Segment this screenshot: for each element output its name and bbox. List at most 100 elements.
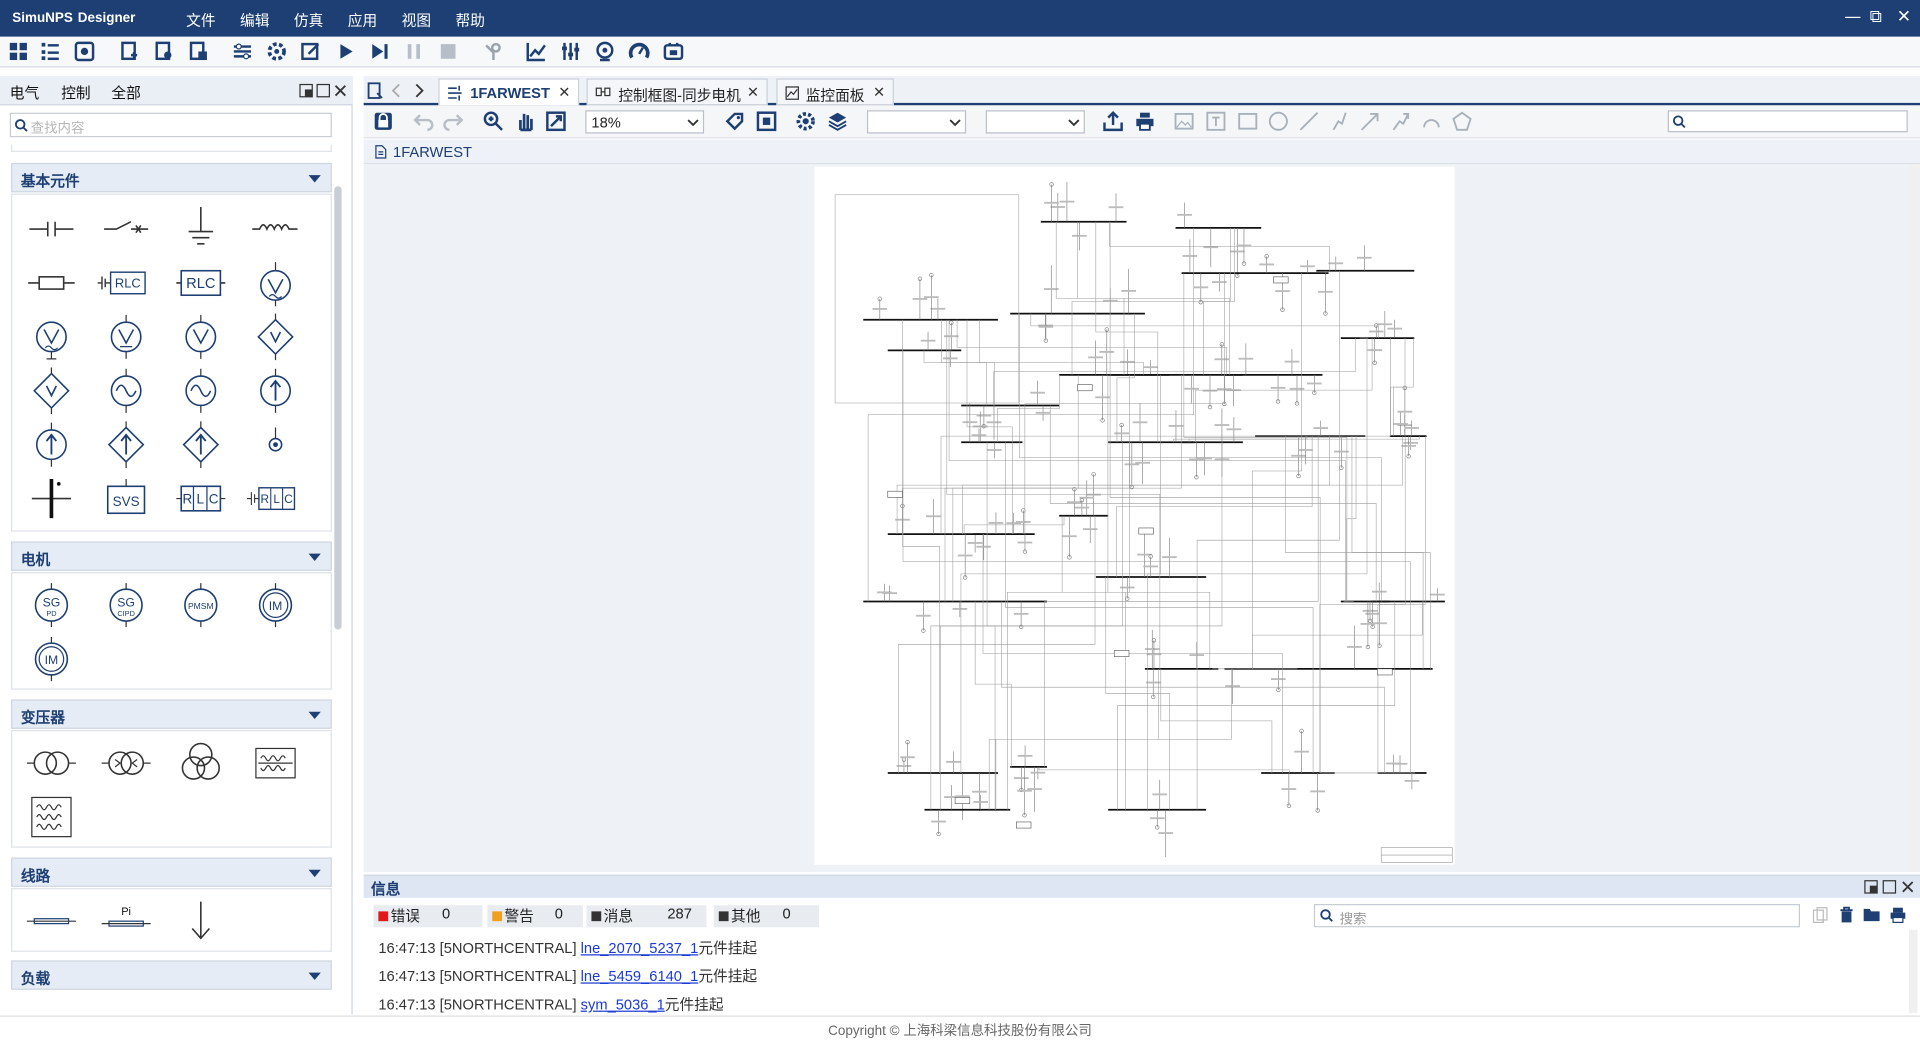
three-phase-transformer-icon[interactable] (249, 739, 303, 788)
trash-icon[interactable] (1838, 906, 1855, 923)
tab-all[interactable]: 全部 (111, 82, 140, 103)
phase-shift-transformer-icon[interactable] (99, 739, 153, 788)
print-log-icon[interactable] (1889, 906, 1906, 924)
controlled-current-source-icon[interactable] (174, 420, 228, 469)
layers-icon[interactable] (827, 110, 849, 132)
log-search-input[interactable]: 搜索 (1313, 904, 1801, 928)
line-style-select[interactable] (866, 110, 967, 134)
open-file-icon[interactable] (153, 40, 175, 62)
controlled-voltage-source-icon[interactable] (174, 312, 228, 361)
play-icon[interactable] (334, 40, 356, 62)
polyline-tool-icon[interactable] (1329, 110, 1351, 132)
section-basic-components[interactable]: 基本元件 (11, 162, 332, 193)
rlc-branch-ground-icon[interactable]: RLC (96, 258, 150, 307)
dependent-current-source-icon[interactable] (99, 420, 153, 469)
copy-icon[interactable] (1812, 906, 1829, 924)
section-loads[interactable]: 负载 (11, 960, 332, 990)
gauge-icon[interactable] (628, 40, 650, 62)
tab-monitor-panel[interactable]: 监控面板 ✕ (776, 78, 894, 106)
pi-line-icon[interactable]: Pi (99, 897, 153, 946)
inductor-icon[interactable] (249, 205, 303, 254)
text-tool-icon[interactable] (1205, 110, 1227, 132)
menu-simulation[interactable]: 仿真 (294, 10, 323, 31)
rectangle-tool-icon[interactable] (1237, 110, 1259, 132)
node-point-icon[interactable] (249, 420, 303, 469)
lock-icon[interactable] (372, 110, 394, 132)
filter-messages[interactable]: 消息 287 (586, 905, 707, 928)
pmsm-icon[interactable]: PMSM (174, 581, 228, 630)
synchronous-generator-pd-icon[interactable]: SGPD (24, 581, 78, 630)
arc-tool-icon[interactable] (1420, 110, 1442, 132)
breadcrumb-item[interactable]: 1FARWEST (393, 143, 472, 160)
schematic-canvas[interactable] (363, 164, 1909, 873)
log-scrollbar[interactable] (1908, 929, 1918, 1014)
three-winding-transformer-icon[interactable] (174, 739, 228, 788)
synchronous-generator-cipd-icon[interactable]: SGCIPD (99, 581, 153, 630)
tag-icon[interactable] (724, 110, 746, 132)
canvas-scrollbar[interactable] (1908, 164, 1920, 873)
ac-voltage-source-icon[interactable] (249, 258, 303, 307)
list-icon[interactable] (39, 40, 61, 62)
sliders-icon[interactable] (560, 40, 582, 62)
menu-view[interactable]: 视图 (402, 10, 431, 31)
induction-motor-icon[interactable]: IM (249, 581, 303, 630)
dependent-voltage-source-icon[interactable] (249, 312, 303, 361)
tab-1farwest[interactable]: 1FARWEST ✕ (438, 78, 580, 106)
ground-icon[interactable] (174, 205, 228, 254)
filter-others[interactable]: 其他 0 (713, 905, 820, 928)
close-tab-icon[interactable]: ✕ (558, 83, 570, 100)
close-window-button[interactable]: ✕ (1897, 7, 1911, 27)
current-source-ground-icon[interactable] (24, 420, 78, 469)
close-tab-icon[interactable]: ✕ (747, 83, 759, 100)
tab-electrical[interactable]: 电气 (10, 82, 39, 103)
gear-icon[interactable] (795, 110, 817, 132)
device-icon[interactable] (662, 40, 684, 62)
log-component-link[interactable]: lne_5459_6140_1 (581, 968, 699, 985)
tab-control[interactable]: 控制 (61, 82, 90, 103)
polygon-tool-icon[interactable] (1451, 110, 1473, 132)
svs-icon[interactable]: SVS (99, 474, 153, 523)
line-terminal-icon[interactable] (174, 897, 228, 946)
multi-winding-transformer-icon[interactable] (24, 793, 78, 842)
arrow-tool-icon[interactable] (1359, 110, 1381, 132)
print-icon[interactable] (1134, 110, 1156, 132)
tab-scroll-right-icon[interactable] (413, 83, 425, 98)
menu-edit[interactable]: 编辑 (240, 10, 269, 31)
float-panel-icon[interactable] (1864, 880, 1879, 895)
float-panel-icon[interactable] (299, 83, 314, 98)
close-tab-icon[interactable]: ✕ (873, 83, 885, 100)
pan-hand-icon[interactable] (514, 110, 536, 132)
probe-icon[interactable] (481, 40, 503, 62)
series-rlc-icon[interactable]: RLC (174, 474, 228, 523)
filter-errors[interactable]: 错误 0 (373, 905, 483, 928)
panel-icon[interactable] (73, 40, 95, 62)
minimize-button[interactable]: — (1844, 7, 1861, 27)
schematic-sheet[interactable] (814, 166, 1455, 865)
current-source-icon[interactable] (249, 366, 303, 415)
component-search-input[interactable]: 查找内容 (9, 112, 332, 138)
log-component-link[interactable]: lne_2070_5237_1 (581, 940, 699, 957)
menu-help[interactable]: 帮助 (456, 10, 485, 31)
line-width-select[interactable] (985, 110, 1085, 134)
ellipse-tool-icon[interactable] (1267, 110, 1289, 132)
resistor-icon[interactable] (24, 258, 78, 307)
grid-icon[interactable] (7, 40, 29, 62)
maximize-panel-icon[interactable] (316, 83, 331, 98)
voltage-source-ground-icon[interactable] (24, 312, 78, 361)
ac-source-controlled-icon[interactable] (174, 366, 228, 415)
undo-icon[interactable] (413, 110, 435, 132)
monitor-icon[interactable] (594, 40, 616, 62)
menu-file[interactable]: 文件 (186, 10, 215, 31)
close-panel-icon[interactable] (333, 83, 348, 98)
pause-icon[interactable] (403, 40, 425, 62)
stop-icon[interactable] (437, 40, 459, 62)
library-scrollbar[interactable] (334, 186, 342, 630)
dc-voltage-source-icon[interactable] (99, 312, 153, 361)
canvas-search-input[interactable] (1667, 110, 1908, 133)
series-rlc-ground-icon[interactable]: RLC (245, 474, 299, 523)
restore-button[interactable]: ⧉ (1870, 7, 1882, 27)
fit-all-icon[interactable] (756, 110, 778, 132)
menu-apps[interactable]: 应用 (348, 10, 377, 31)
folder-open-icon[interactable] (1862, 906, 1882, 923)
ac-source-icon[interactable] (99, 366, 153, 415)
